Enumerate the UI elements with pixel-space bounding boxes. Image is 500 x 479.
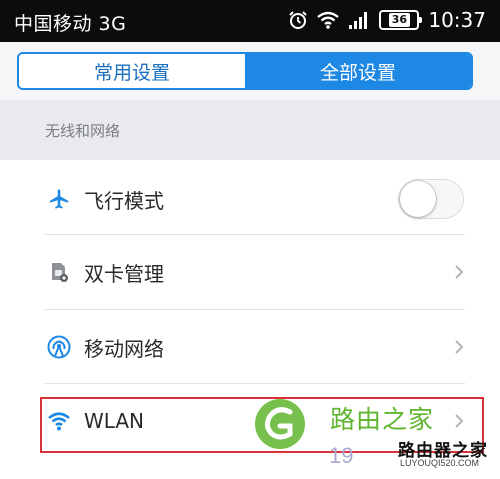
settings-segmented-control: 常用设置 全部设置: [17, 52, 473, 90]
alarm-icon: [288, 10, 308, 30]
airplane-mode-label: 飞行模式: [84, 188, 164, 213]
watermark-number: 19: [329, 443, 354, 468]
tab-bar: 常用设置 全部设置: [0, 42, 500, 100]
chevron-right-icon: [455, 414, 464, 428]
chevron-right-icon: [455, 340, 464, 354]
mobile-network-icon: [47, 335, 71, 359]
airplane-mode-toggle[interactable]: [398, 179, 464, 219]
tab-all-settings[interactable]: 全部设置: [245, 54, 471, 88]
sim-card-icon: [47, 260, 71, 284]
watermark-brand-url: LUYOUQI520.COM: [400, 458, 480, 468]
toggle-knob: [400, 181, 436, 217]
mobile-network-label: 移动网络: [84, 336, 164, 361]
carrier-label: 中国移动 3G: [14, 13, 127, 35]
airplane-icon: [47, 187, 71, 211]
wlan-label: WLAN: [84, 409, 145, 433]
dual-sim-label: 双卡管理: [84, 261, 164, 286]
battery-level: 36: [388, 13, 411, 27]
signal-icon: [348, 11, 370, 29]
battery-icon: 36: [379, 10, 423, 30]
router-logo-icon: [255, 399, 305, 449]
status-bar: 中国移动 3G 36 10:37: [0, 0, 500, 42]
tab-common-settings[interactable]: 常用设置: [19, 54, 245, 88]
dual-sim-item[interactable]: 双卡管理: [0, 235, 500, 309]
section-header: 无线和网络: [0, 100, 500, 160]
mobile-network-item[interactable]: 移动网络: [0, 310, 500, 384]
wifi-icon: [47, 409, 71, 433]
chevron-right-icon: [455, 265, 464, 279]
section-title: 无线和网络: [45, 122, 121, 140]
watermark-brand: 路由器之家 LUYOUQI520.COM: [398, 436, 494, 478]
watermark-text: 路由之家: [330, 405, 435, 434]
airplane-mode-item[interactable]: 飞行模式: [0, 162, 500, 236]
wifi-icon: [317, 11, 340, 29]
status-icons: 36 10:37: [288, 8, 486, 32]
clock: 10:37: [428, 8, 486, 32]
